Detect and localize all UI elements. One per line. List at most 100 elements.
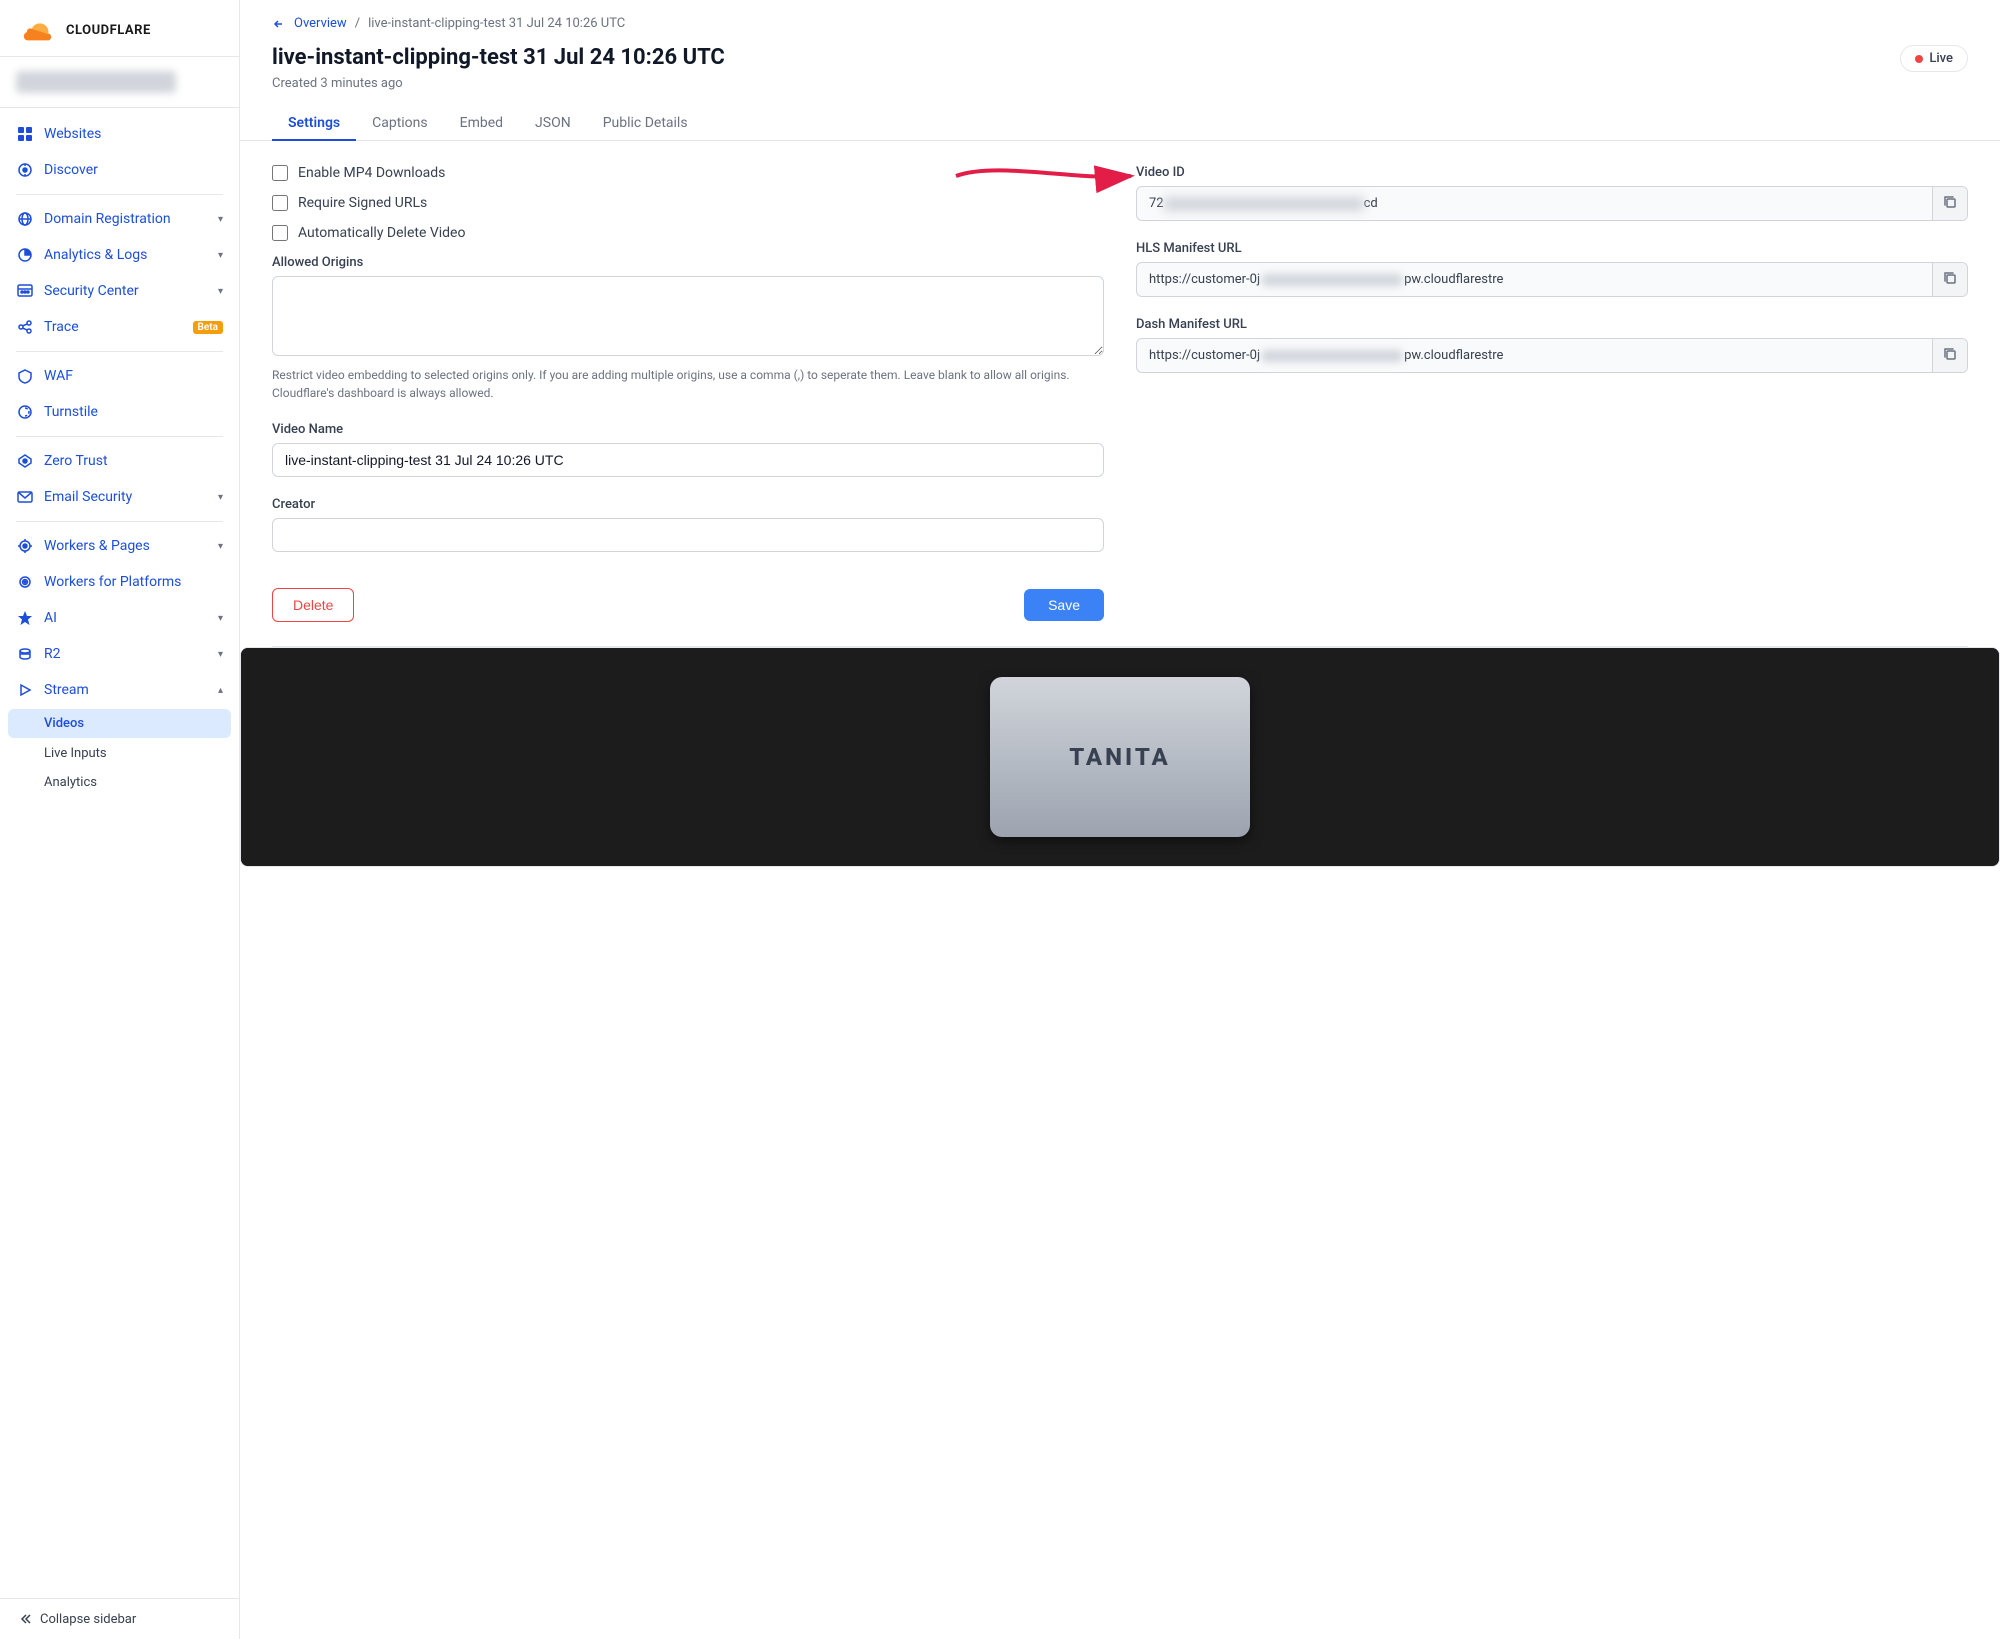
hls-copy-button[interactable]: [1932, 263, 1967, 296]
sidebar-subitem-analytics[interactable]: Analytics: [0, 768, 239, 797]
sidebar-item-discover[interactable]: Discover: [0, 152, 239, 188]
trace-beta-badge: Beta: [193, 321, 223, 334]
video-id-copy-button[interactable]: [1932, 187, 1967, 220]
domain-registration-chevron: ▾: [218, 214, 223, 225]
divider-2: [16, 351, 223, 352]
dash-suffix: pw.cloudflarestre: [1404, 348, 1503, 363]
video-id-group: Video ID 72cd: [1136, 165, 1968, 221]
creator-input[interactable]: [272, 518, 1104, 552]
save-button[interactable]: Save: [1024, 589, 1104, 621]
video-name-label: Video Name: [272, 422, 1104, 437]
collapse-sidebar-button[interactable]: Collapse sidebar: [0, 1598, 239, 1639]
enable-mp4-row: Enable MP4 Downloads: [272, 165, 1104, 181]
hls-url-value: https://customer-0jpw.cloudflarestre: [1137, 264, 1932, 295]
divider-1: [16, 194, 223, 195]
hls-label: HLS Manifest URL: [1136, 241, 1968, 256]
video-placeholder: TANITA: [241, 648, 1999, 866]
security-center-label: Security Center: [44, 283, 208, 299]
sidebar-item-email-security[interactable]: Email Security ▾: [0, 479, 239, 515]
domain-registration-icon: [16, 210, 34, 228]
require-signed-label[interactable]: Require Signed URLs: [298, 195, 427, 211]
security-center-chevron: ▾: [218, 286, 223, 297]
tab-json[interactable]: JSON: [519, 107, 587, 141]
copy-icon: [1943, 195, 1957, 209]
security-center-icon: [16, 282, 34, 300]
sidebar-item-waf[interactable]: WAF: [0, 358, 239, 394]
waf-label: WAF: [44, 368, 223, 384]
sidebar-item-stream[interactable]: Stream ▴: [0, 672, 239, 708]
hls-url-group: HLS Manifest URL https://customer-0jpw.c…: [1136, 241, 1968, 297]
collapse-icon: [16, 1611, 32, 1627]
require-signed-checkbox[interactable]: [272, 195, 288, 211]
allowed-origins-input[interactable]: [272, 276, 1104, 356]
sidebar-item-zero-trust[interactable]: Zero Trust: [0, 443, 239, 479]
ai-icon: [16, 609, 34, 627]
video-name-group: Video Name live-instant-clipping-test 31…: [272, 422, 1104, 477]
enable-mp4-checkbox[interactable]: [272, 165, 288, 181]
logo-text: CLOUDFLARE: [66, 23, 151, 38]
sidebar-item-websites[interactable]: Websites: [0, 116, 239, 152]
dash-url-value: https://customer-0jpw.cloudflarestre: [1137, 340, 1932, 371]
video-id-suffix: cd: [1364, 196, 1378, 211]
dash-copy-button[interactable]: [1932, 339, 1967, 372]
video-id-value: 72cd: [1137, 188, 1932, 219]
zero-trust-icon: [16, 452, 34, 470]
sidebar: CLOUDFLARE Websites Discover Domain Regi…: [0, 0, 240, 1639]
hls-suffix: pw.cloudflarestre: [1404, 272, 1503, 287]
zero-trust-label: Zero Trust: [44, 453, 223, 469]
created-text: Created 3 minutes ago: [272, 76, 1968, 91]
account-selector[interactable]: [0, 57, 239, 108]
auto-delete-checkbox[interactable]: [272, 225, 288, 241]
dash-url-group: Dash Manifest URL https://customer-0jpw.…: [1136, 317, 1968, 373]
turnstile-label: Turnstile: [44, 404, 223, 420]
left-column: Enable MP4 Downloads Require Signed URLs…: [272, 165, 1104, 622]
trace-icon: [16, 318, 34, 336]
tab-captions[interactable]: Captions: [356, 107, 444, 141]
stream-label: Stream: [44, 682, 208, 698]
analytics-logs-icon: [16, 246, 34, 264]
delete-button[interactable]: Delete: [272, 588, 354, 622]
live-badge-text: Live: [1929, 51, 1953, 66]
allowed-origins-help: Restrict video embedding to selected ori…: [272, 366, 1104, 402]
sidebar-item-turnstile[interactable]: Turnstile: [0, 394, 239, 430]
websites-label: Websites: [44, 126, 223, 142]
tanita-device: TANITA: [990, 677, 1250, 837]
trace-label: Trace: [44, 319, 179, 335]
domain-registration-label: Domain Registration: [44, 211, 208, 227]
video-name-input[interactable]: live-instant-clipping-test 31 Jul 24 10:…: [272, 443, 1104, 477]
sidebar-subitem-videos[interactable]: Videos: [8, 709, 231, 738]
breadcrumb-overview-link[interactable]: Overview: [294, 16, 347, 31]
tab-settings[interactable]: Settings: [272, 107, 356, 141]
dash-url-field: https://customer-0jpw.cloudflarestre: [1136, 338, 1968, 373]
auto-delete-label[interactable]: Automatically Delete Video: [298, 225, 465, 241]
live-inputs-label: Live Inputs: [44, 746, 107, 761]
tabs-bar: Settings Captions Embed JSON Public Deta…: [272, 107, 1968, 140]
sidebar-item-r2[interactable]: R2 ▾: [0, 636, 239, 672]
video-id-field: 72cd: [1136, 186, 1968, 221]
dash-url-blur: [1262, 350, 1402, 362]
sidebar-item-analytics-logs[interactable]: Analytics & Logs ▾: [0, 237, 239, 273]
settings-grid: Enable MP4 Downloads Require Signed URLs…: [272, 165, 1968, 622]
page-title: live-instant-clipping-test 31 Jul 24 10:…: [272, 45, 725, 70]
tab-embed[interactable]: Embed: [444, 107, 519, 141]
hls-copy-icon: [1943, 271, 1957, 285]
enable-mp4-label[interactable]: Enable MP4 Downloads: [298, 165, 445, 181]
video-preview: TANITA: [240, 647, 2000, 867]
breadcrumb: Overview / live-instant-clipping-test 31…: [272, 16, 1968, 31]
page-header: Overview / live-instant-clipping-test 31…: [240, 0, 2000, 141]
r2-chevron: ▾: [218, 649, 223, 660]
sidebar-item-ai[interactable]: AI ▾: [0, 600, 239, 636]
sidebar-item-domain-registration[interactable]: Domain Registration ▾: [0, 201, 239, 237]
right-column: Video ID 72cd HLS Manifest URL: [1136, 165, 1968, 622]
logo: CLOUDFLARE: [0, 0, 239, 57]
sidebar-item-workers-pages[interactable]: Workers & Pages ▾: [0, 528, 239, 564]
sidebar-item-trace[interactable]: Trace Beta: [0, 309, 239, 345]
sidebar-subitem-live-inputs[interactable]: Live Inputs: [0, 739, 239, 768]
auto-delete-row: Automatically Delete Video: [272, 225, 1104, 241]
sidebar-item-security-center[interactable]: Security Center ▾: [0, 273, 239, 309]
settings-content: Enable MP4 Downloads Require Signed URLs…: [240, 141, 2000, 646]
tab-public-details[interactable]: Public Details: [587, 107, 704, 141]
sidebar-item-workers-platforms[interactable]: Workers for Platforms: [0, 564, 239, 600]
breadcrumb-current: live-instant-clipping-test 31 Jul 24 10:…: [368, 16, 625, 31]
workers-platforms-label: Workers for Platforms: [44, 574, 223, 590]
